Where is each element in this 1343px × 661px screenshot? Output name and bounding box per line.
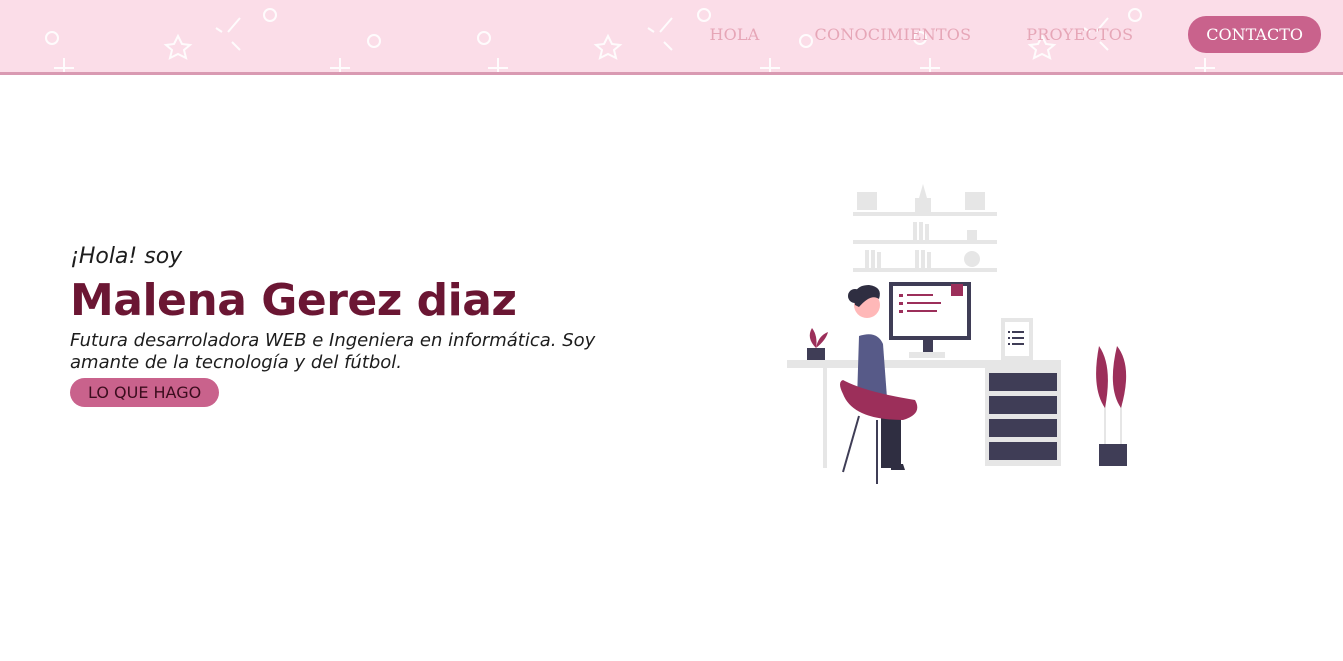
hero-section: ¡Hola! soy Malena Gerez diaz Futura desa…	[70, 244, 670, 407]
hero-name: Malena Gerez diaz	[70, 275, 517, 326]
navbar: HOLA CONOCIMIENTOS PROYECTOS CONTACTO	[0, 0, 1343, 75]
contact-button[interactable]: CONTACTO	[1188, 16, 1321, 53]
nav-link-conocimientos[interactable]: CONOCIMIENTOS	[815, 25, 972, 44]
what-i-do-button[interactable]: LO QUE HAGO	[70, 378, 220, 407]
hero-tagline: Futura desarroladora WEB e Ingeniera en …	[70, 330, 596, 373]
hero-greeting: ¡Hola! soy	[70, 244, 183, 269]
woman-at-desk-illustration	[787, 184, 1127, 484]
nav-link-hola[interactable]: HOLA	[709, 25, 759, 44]
main-nav: HOLA CONOCIMIENTOS PROYECTOS CONTACTO	[654, 16, 1321, 53]
nav-link-proyectos[interactable]: PROYECTOS	[1026, 25, 1133, 44]
